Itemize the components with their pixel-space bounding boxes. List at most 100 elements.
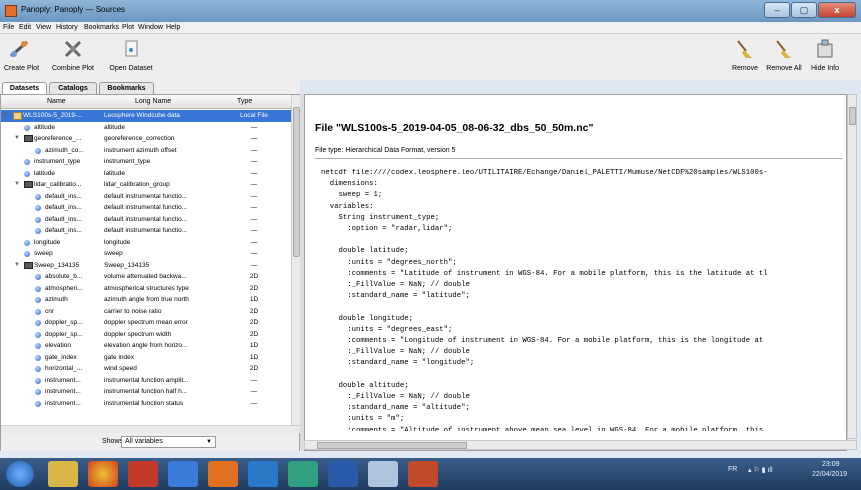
table-row[interactable]: ▼ Sweep_134135 Sweep_134135 — [1,260,291,272]
menu-help[interactable]: Help [166,24,180,31]
expand-toggle-icon[interactable]: ▼ [14,179,20,191]
tray-time[interactable]: 23:09 [822,461,840,468]
menu-window[interactable]: Window [138,24,163,31]
row-long-name: doppler spectrum width [104,330,172,338]
table-row[interactable]: azimuth azimuth angle from true north 1D [1,294,291,306]
tab-catalogs[interactable]: Catalogs [49,82,97,94]
minimize-button[interactable]: – [764,2,790,18]
table-row[interactable]: instrument_type instrument_type — [1,156,291,168]
explorer-icon[interactable] [48,461,78,487]
table-row[interactable]: horizontal_... wind speed 2D [1,363,291,375]
info-scroll-thumb[interactable] [849,107,856,125]
table-row[interactable]: default_ins... default instrumental funct… [1,202,291,214]
table-row[interactable]: doppler_sp... doppler spectrum width 2D [1,329,291,341]
expand-toggle-icon[interactable]: ▼ [14,133,20,145]
table-row[interactable]: doppler_sp... doppler spectrum mean error… [1,317,291,329]
table-row[interactable]: latitude latitude — [1,168,291,180]
table-row[interactable]: instrument... instrumental function statu… [1,398,291,410]
table-row[interactable]: ▼ lidar_calibratio... lidar_calibration_gr… [1,179,291,191]
table-row[interactable]: gate_index gate index 1D [1,352,291,364]
row-long-name: wind speed [104,365,137,372]
outlook-icon[interactable] [168,461,198,487]
combine-plot-label: Combine Plot [51,65,95,72]
scroll-thumb[interactable] [293,107,300,257]
table-row[interactable]: elevation elevation angle from horizo... 1… [1,340,291,352]
menu-plot[interactable]: Plot [122,24,134,31]
start-button[interactable] [6,461,34,487]
group-icon [24,181,33,188]
word-icon[interactable] [328,461,358,487]
remove-button[interactable]: Remove [730,38,760,78]
hide-info-button[interactable]: Hide Info [808,38,842,78]
table-row[interactable]: ▼ WLS100s-5_2019-... Leosphere Windcube da… [1,110,291,122]
java-icon[interactable] [368,461,398,487]
col-type[interactable]: Type [237,98,252,105]
menu-history[interactable]: History [56,24,78,31]
table-row[interactable]: default_ins... default instrumental funct… [1,191,291,203]
powerpoint-icon[interactable] [408,461,438,487]
maximize-button[interactable]: ▢ [791,2,817,18]
row-long-name: instrument azimuth offset [104,146,177,154]
table-row[interactable]: sweep sweep — [1,248,291,260]
table-row[interactable]: default_ins... default instrumental funct… [1,225,291,237]
row-name: WLS100s-5_2019-... [23,112,83,119]
row-name: azimuth [45,296,68,303]
tray-language[interactable]: FR [728,466,737,473]
code-line: double latitude; [321,247,409,256]
show-select[interactable]: All variables ▼ [121,436,216,448]
info-divider [315,158,842,159]
table-horizontal-scrollbar[interactable] [1,425,300,433]
row-type: 1D [249,296,259,303]
table-vertical-scrollbar[interactable] [291,95,300,425]
tray-icons[interactable]: ▴ ⚐ ▮ ıll [748,466,773,474]
table-row[interactable]: instrument... instrumental function ampli… [1,375,291,387]
tab-bookmarks[interactable]: Bookmarks [99,82,154,94]
table-row[interactable]: atmospheri... atmospherical structures ty… [1,283,291,295]
close-button[interactable]: x [818,2,856,18]
row-long-name: Sweep_134135 [104,261,150,269]
expand-toggle-icon[interactable]: ▼ [3,110,9,122]
table-row[interactable]: cnr carrier to noise ratio 2D [1,306,291,318]
table-row[interactable]: ▼ georeference_... georeference_correction… [1,133,291,145]
internet-explorer-icon[interactable] [248,461,278,487]
table-row[interactable]: azimuth_co... instrument azimuth offset — [1,145,291,157]
tray-date[interactable]: 22/04/2019 [812,471,847,478]
office-icon[interactable] [208,461,238,487]
open-dataset-icon [125,40,138,57]
window-titlebar[interactable]: Panoply: Panoply — Sources – ▢ x [0,0,861,22]
combine-plot-button[interactable]: Combine Plot [48,38,98,78]
tab-datasets[interactable]: Datasets [2,82,47,94]
variable-icon [35,354,41,361]
remove-all-button[interactable]: Remove All [764,38,804,78]
create-plot-button[interactable]: Create Plot [4,38,39,78]
variable-icon [24,170,30,177]
col-name[interactable]: Name [47,98,66,105]
row-name: azimuth_co... [45,146,84,154]
chrome-icon[interactable] [88,461,118,487]
open-dataset-button[interactable]: Open Dataset [108,38,154,78]
expand-toggle-icon[interactable]: ▼ [14,260,20,272]
info-horizontal-scrollbar[interactable] [304,440,857,450]
row-long-name: default instrumental functio... [104,215,188,223]
app-icon-green[interactable] [288,461,318,487]
table-row[interactable]: default_ins... default instrumental funct… [1,214,291,226]
dataset-icon [13,112,22,120]
app-icon-red[interactable] [128,461,158,487]
table-row[interactable]: altitude altitude — [1,122,291,134]
menu-view[interactable]: View [36,24,51,31]
info-vertical-scrollbar[interactable] [847,94,857,439]
row-long-name: carrier to noise ratio [104,307,162,315]
menu-file[interactable]: File [3,24,14,31]
info-hscroll-thumb[interactable] [317,442,467,449]
menu-bookmarks[interactable]: Bookmarks [84,24,119,31]
row-name: atmospheri... [45,284,83,292]
code-line: :comments = "Latitude of instrument in W… [321,269,768,278]
table-row[interactable]: longitude longitude — [1,237,291,249]
menu-edit[interactable]: Edit [19,24,31,31]
row-type: — [250,123,258,131]
table-row[interactable]: instrument... instrumental function half … [1,386,291,398]
col-long-name[interactable]: Long Name [135,98,171,105]
code-line: :standard_name = "latitude"; [321,292,470,301]
row-long-name: default instrumental functio... [104,192,188,200]
table-row[interactable]: absolute_b... volume attenuated backwa...… [1,271,291,283]
